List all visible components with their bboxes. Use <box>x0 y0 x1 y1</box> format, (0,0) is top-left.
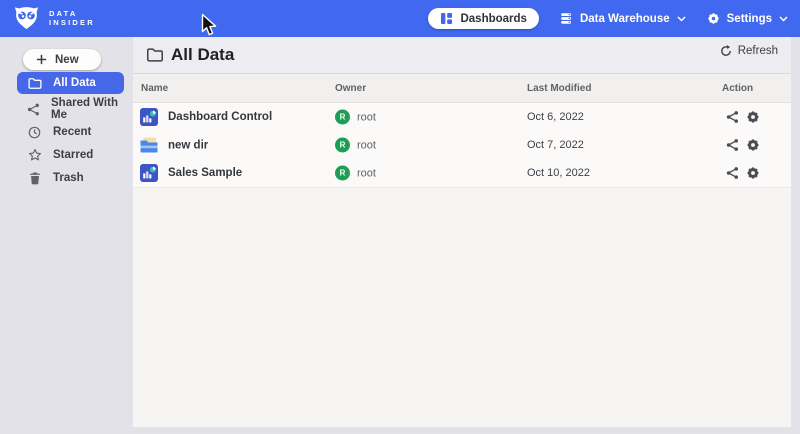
gear-icon[interactable] <box>746 138 760 152</box>
dashboard-file-icon <box>140 164 158 182</box>
share-icon <box>27 103 40 116</box>
page-title: All Data <box>171 45 234 65</box>
star-icon <box>27 148 42 162</box>
empty-area <box>133 215 791 427</box>
content-panel: All Data Refresh Name Owner Last Modifie… <box>133 37 791 427</box>
owl-logo-icon <box>13 5 40 31</box>
last-modified: Oct 7, 2022 <box>527 139 584 151</box>
sidebar-item-label: Recent <box>53 126 91 138</box>
column-header-action: Action <box>722 83 753 94</box>
data-warehouse-menu[interactable]: Data Warehouse <box>560 12 686 25</box>
brand-logo[interactable]: DATA INSIDER <box>13 5 95 31</box>
app-window: DATA INSIDER Dashboards <box>0 0 800 434</box>
data-warehouse-label: Data Warehouse <box>580 13 670 25</box>
folder-icon <box>146 47 164 68</box>
owner-avatar: R <box>335 166 350 181</box>
folder-color-icon <box>140 137 158 154</box>
sidebar-item-label: All Data <box>53 77 96 89</box>
chevron-down-icon <box>779 16 788 22</box>
logo-text-line1: DATA <box>49 9 95 19</box>
table-header: Name Owner Last Modified Action <box>133 74 791 103</box>
last-modified: Oct 10, 2022 <box>527 167 590 179</box>
dashboards-button[interactable]: Dashboards <box>428 8 538 29</box>
sidebar-item-shared-with-me[interactable]: Shared With Me <box>17 98 124 120</box>
trash-icon <box>27 172 42 185</box>
settings-gear-icon <box>707 12 720 25</box>
sidebar-item-trash[interactable]: Trash <box>17 167 124 189</box>
sidebar-item-label: Trash <box>53 172 84 184</box>
column-header-name: Name <box>141 83 168 94</box>
column-header-last-modified: Last Modified <box>527 83 591 94</box>
file-name: Sales Sample <box>168 167 242 179</box>
new-button-label: New <box>55 54 79 66</box>
logo-text-line2: INSIDER <box>49 18 95 28</box>
sidebar-item-all-data[interactable]: All Data <box>17 72 124 94</box>
share-icon[interactable] <box>726 111 739 124</box>
dashboards-icon <box>440 12 453 25</box>
sidebar-item-label: Shared With Me <box>51 97 124 121</box>
sidebar-item-recent[interactable]: Recent <box>17 121 124 143</box>
dashboard-file-icon <box>140 108 158 126</box>
header-nav: Dashboards Data Warehouse <box>428 0 788 37</box>
file-name: Dashboard Control <box>168 111 272 123</box>
refresh-icon <box>720 45 732 57</box>
sidebar-item-starred[interactable]: Starred <box>17 144 124 166</box>
gear-icon[interactable] <box>746 110 760 124</box>
data-warehouse-icon <box>560 12 573 25</box>
share-icon[interactable] <box>726 139 739 152</box>
sidebar: New All Data Shared With Me <box>0 37 133 434</box>
refresh-label: Refresh <box>738 45 778 57</box>
table-row[interactable]: Sales Sample R root Oct 10, 2022 <box>133 159 791 188</box>
owner-avatar: R <box>335 138 350 153</box>
share-icon[interactable] <box>726 167 739 180</box>
chevron-down-icon <box>677 16 686 22</box>
owner-avatar: R <box>335 110 350 125</box>
new-button[interactable]: New <box>23 49 101 70</box>
refresh-button[interactable]: Refresh <box>720 45 778 57</box>
gear-icon[interactable] <box>746 166 760 180</box>
page-title-bar: All Data Refresh <box>133 37 791 74</box>
dashboards-label: Dashboards <box>460 13 526 25</box>
owner-name: root <box>357 139 376 151</box>
plus-icon <box>36 54 47 65</box>
owner-name: root <box>357 111 376 123</box>
column-header-owner: Owner <box>335 83 366 94</box>
folder-icon <box>27 77 42 90</box>
sidebar-item-label: Starred <box>53 149 93 161</box>
clock-icon <box>27 126 42 139</box>
table-row[interactable]: Dashboard Control R root Oct 6, 2022 <box>133 103 791 132</box>
table-row[interactable]: new dir R root Oct 7, 2022 <box>133 131 791 160</box>
settings-label: Settings <box>727 13 772 25</box>
owner-name: root <box>357 167 376 179</box>
last-modified: Oct 6, 2022 <box>527 111 584 123</box>
settings-menu[interactable]: Settings <box>707 12 788 25</box>
top-header: DATA INSIDER Dashboards <box>0 0 800 37</box>
file-name: new dir <box>168 139 208 151</box>
